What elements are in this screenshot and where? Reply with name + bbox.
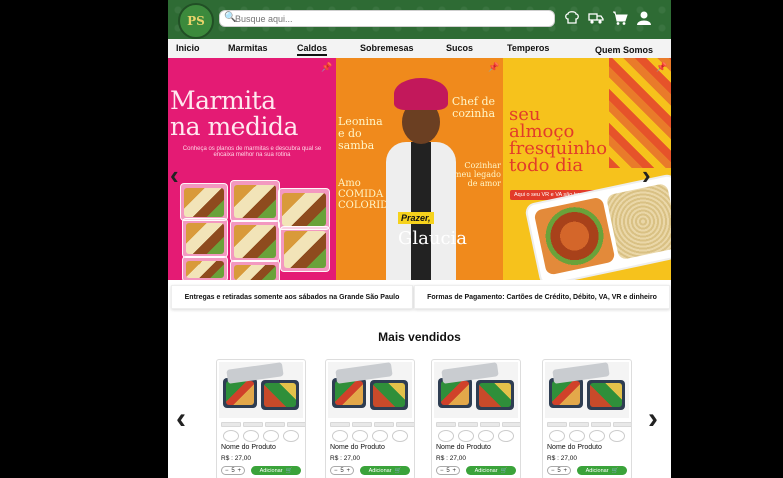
decorative-pattern <box>609 58 671 168</box>
cart-icon: 🛒 <box>394 467 402 474</box>
banner-subtitle: Conheça os planos de marmitas e descubra… <box>182 146 322 158</box>
banner-title: seu almoço fresquinho todo dia <box>509 104 608 176</box>
user-icon[interactable] <box>636 10 652 26</box>
nutrition-badges <box>223 430 299 442</box>
product-card[interactable]: Nome do Produto R$ : 27,00 −5 + Adicionar… <box>542 359 632 478</box>
food-container-image <box>230 220 280 262</box>
nutrition-badges <box>438 430 514 442</box>
products-prev-arrow[interactable]: ‹ <box>176 402 186 436</box>
product-image <box>434 362 518 418</box>
product-card[interactable]: Nome do Produto R$ : 27,00 −5 + Adicionar… <box>431 359 521 478</box>
chef-hat-icon[interactable] <box>564 10 580 26</box>
search-bar[interactable]: 🔍 <box>219 10 555 27</box>
food-container-image <box>278 188 330 230</box>
product-name: Nome do Produto <box>221 444 276 451</box>
chef-nameplate: Prazer, Glaucia <box>398 212 468 249</box>
delivery-info: Entregas e retiradas somente aos sábados… <box>171 285 413 309</box>
product-tags <box>330 422 414 427</box>
product-name: Nome do Produto <box>547 444 602 451</box>
logo[interactable]: PS <box>178 3 214 39</box>
header: PS 🔍 <box>168 0 671 39</box>
carousel-next-arrow[interactable]: › <box>642 160 651 191</box>
banner-chef-glaucia[interactable]: 📌 Leonina e do samba Chef de cozinha Amo… <box>336 58 503 280</box>
main-nav: Inicio Marmitas Caldos Sobremesas Sucos … <box>168 39 671 60</box>
product-card[interactable]: Nome do Produto R$ : 27,00 −5 + Adicionar… <box>325 359 415 478</box>
product-image <box>219 362 303 418</box>
quantity-stepper[interactable]: −5 + <box>330 466 354 475</box>
banner-marmita-na-medida[interactable]: 📌 Marmita na medida Conheça os planos de … <box>168 58 336 280</box>
minus-button[interactable]: − <box>551 468 555 474</box>
cart-icon: 🛒 <box>285 467 293 474</box>
plus-button[interactable]: + <box>346 468 350 474</box>
nav-item-caldos[interactable]: Caldos <box>297 43 328 56</box>
product-price: R$ : 27,00 <box>547 455 577 462</box>
add-button[interactable]: Adicionar 🛒 <box>466 466 516 475</box>
nutrition-badges <box>332 430 408 442</box>
quantity-stepper[interactable]: −5 + <box>547 466 571 475</box>
food-container-image <box>180 183 228 221</box>
product-card[interactable]: Nome do Produto R$ : 27,00 −5 + Adicionar… <box>216 359 306 478</box>
product-image <box>328 362 412 418</box>
search-input[interactable] <box>235 11 535 26</box>
cart-icon: 🛒 <box>500 467 508 474</box>
minus-button[interactable]: − <box>440 468 444 474</box>
page: PS 🔍 Inicio Marmitas Caldos Sobremesas S… <box>168 0 671 478</box>
food-container-image <box>182 256 228 280</box>
product-tags <box>436 422 520 427</box>
product-name: Nome do Produto <box>436 444 491 451</box>
pin-icon[interactable]: 📌 <box>656 62 667 72</box>
cart-icon: 🛒 <box>611 467 619 474</box>
product-price: R$ : 27,00 <box>221 455 251 462</box>
nav-item-temperos[interactable]: Temperos <box>507 43 549 53</box>
nutrition-badges <box>549 430 625 442</box>
add-button[interactable]: Adicionar 🛒 <box>360 466 410 475</box>
pin-icon[interactable]: 📌 <box>321 62 332 72</box>
product-tags <box>547 422 631 427</box>
food-container-image <box>280 226 330 272</box>
banner-text: Leonina e do samba <box>338 115 383 152</box>
pin-icon[interactable]: 📌 <box>488 62 499 72</box>
quantity-value: 5 <box>231 467 235 474</box>
product-price: R$ : 27,00 <box>330 455 360 462</box>
product-price: R$ : 27,00 <box>436 455 466 462</box>
nav-item-inicio[interactable]: Inicio <box>176 43 200 53</box>
nav-item-quem-somos[interactable]: Quem Somos <box>595 45 653 55</box>
food-container-image <box>182 218 228 258</box>
payment-info: Formas de Pagamento: Cartões de Crédito,… <box>414 285 670 309</box>
banner-title: Marmita na medida <box>170 86 298 141</box>
minus-button[interactable]: − <box>334 468 338 474</box>
add-button[interactable]: Adicionar 🛒 <box>251 466 301 475</box>
nav-item-sucos[interactable]: Sucos <box>446 43 473 53</box>
minus-button[interactable]: − <box>225 468 229 474</box>
quantity-stepper[interactable]: −5 + <box>221 466 245 475</box>
nav-item-marmitas[interactable]: Marmitas <box>228 43 268 53</box>
product-name: Nome do Produto <box>330 444 385 451</box>
food-container-image <box>230 180 280 222</box>
delivery-icon[interactable] <box>588 10 604 26</box>
quantity-value: 5 <box>557 467 561 474</box>
banner-text: Chef de cozinha <box>451 95 495 120</box>
plus-button[interactable]: + <box>237 468 241 474</box>
nav-item-sobremesas[interactable]: Sobremesas <box>360 43 414 53</box>
quantity-stepper[interactable]: −5 + <box>436 466 460 475</box>
section-heading: Mais vendidos <box>378 330 461 344</box>
product-image <box>545 362 629 418</box>
quantity-value: 5 <box>340 467 344 474</box>
products-next-arrow[interactable]: › <box>648 402 658 436</box>
plus-button[interactable]: + <box>563 468 567 474</box>
quantity-value: 5 <box>446 467 450 474</box>
plus-button[interactable]: + <box>452 468 456 474</box>
header-icons <box>564 10 652 26</box>
food-container-image <box>230 260 280 280</box>
product-tags <box>221 422 305 427</box>
carousel-prev-arrow[interactable]: ‹ <box>170 160 179 191</box>
add-button[interactable]: Adicionar 🛒 <box>577 466 627 475</box>
cart-icon[interactable] <box>612 10 628 26</box>
